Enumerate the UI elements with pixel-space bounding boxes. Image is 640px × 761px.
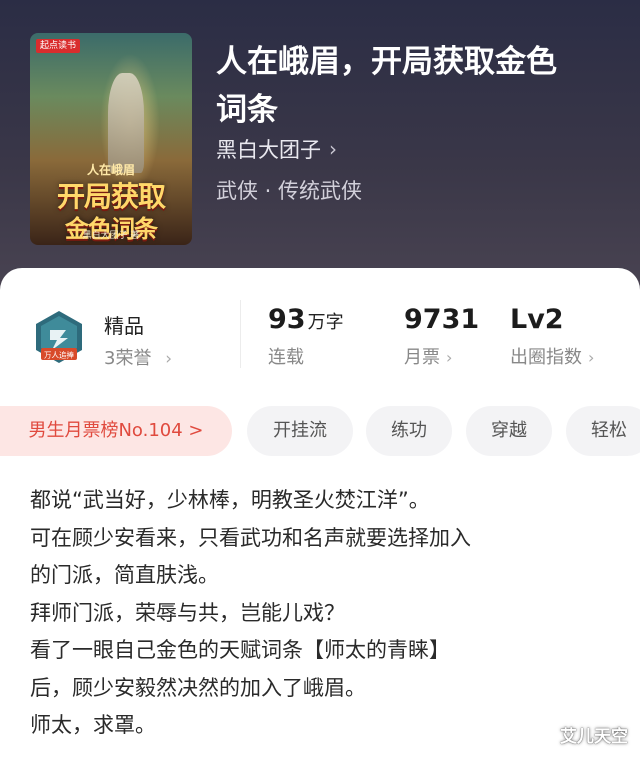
chevron-right-icon: › xyxy=(165,349,172,369)
synopsis-line: 可在顾少安看来，只看武功和名声就要选择加入 xyxy=(30,525,471,550)
laurel-badge-icon[interactable]: 万人追捧 xyxy=(30,308,88,366)
book-title-line2: 词条 xyxy=(216,92,278,128)
stat-value: Lv2 xyxy=(510,304,564,335)
honor-count: 3荣誉 xyxy=(104,348,152,369)
stat-label: 出圈指数 xyxy=(510,347,582,368)
book-title: 人在峨眉，开局获取金色 词条 xyxy=(216,38,616,134)
cover-figure xyxy=(108,73,144,173)
stat-label: 连载 xyxy=(268,347,304,368)
author-name: 黑白大团子 xyxy=(216,138,321,162)
book-genre: 武侠 · 传统武侠 xyxy=(216,179,363,203)
cover-author: 黑白大团子 著 xyxy=(82,231,140,241)
synopsis-line: 的门派，简直肤浅。 xyxy=(30,563,219,587)
tag-item[interactable]: 练功 xyxy=(366,406,452,456)
book-synopsis[interactable]: 都说“武当好，少林棒，明教圣火焚江洋”。 可在顾少安看来，只看武功和名声就要选择… xyxy=(30,482,610,745)
synopsis-line: 拜师门派，荣辱与共，岂能儿戏？ xyxy=(30,600,345,625)
chevron-right-icon: › xyxy=(329,137,337,161)
watermark: 艾儿天空 xyxy=(560,727,628,747)
book-info-card: 万人追捧 精品 3荣誉 › 93 万字 连载 9731 月票 › Lv2 出圈指数 ›… xyxy=(0,268,640,761)
honor-badge-text: 万人追捧 xyxy=(44,350,74,360)
cover-publisher-badge: 起点读书 xyxy=(36,39,81,53)
synopsis-line: 看了一眼自己金色的天赋词条【师太的青睐】 xyxy=(30,638,450,662)
stat-unit: 万字 xyxy=(307,312,344,333)
synopsis-line: 都说“武当好，少林棒，明教圣火焚江洋”。 xyxy=(30,488,430,512)
tag-item[interactable]: 开挂流 xyxy=(247,406,353,456)
tag-row: 男生月票榜No.104 > 开挂流 练功 穿越 轻松 xyxy=(0,406,640,456)
tag-item[interactable]: 轻松 xyxy=(566,406,640,456)
honor-title: 精品 xyxy=(104,314,144,338)
book-cover-image[interactable]: 起点读书 人在峨眉 开局获取 金色词条 黑白大团子 著 xyxy=(30,33,192,245)
stats-row: 万人追捧 精品 3荣誉 › 93 万字 连载 9731 月票 › Lv2 出圈指数 › xyxy=(0,268,640,398)
stat-value: 9731 xyxy=(404,304,480,335)
synopsis-line: 后，顾少安毅然决然的加入了峨眉。 xyxy=(30,675,366,700)
stat-label: 月票 xyxy=(404,347,440,368)
chevron-right-icon: › xyxy=(588,348,595,367)
author-link[interactable]: 黑白大团子 › xyxy=(216,134,337,164)
synopsis-line: 师太，求罩。 xyxy=(30,713,156,737)
stats-divider xyxy=(240,300,241,368)
stat-monthly-votes[interactable]: 9731 月票 › xyxy=(404,304,479,369)
chevron-right-icon: › xyxy=(446,348,453,367)
stat-popularity-index[interactable]: Lv2 出圈指数 › xyxy=(510,304,594,369)
book-header: 起点读书 人在峨眉 开局获取 金色词条 黑白大团子 著 人在峨眉，开局获取金色 … xyxy=(0,0,640,300)
tag-rank[interactable]: 男生月票榜No.104 > xyxy=(0,406,232,456)
stat-word-count: 93 万字 连载 xyxy=(268,304,344,369)
book-title-line1: 人在峨眉，开局获取金色 xyxy=(216,44,557,80)
tag-item[interactable]: 穿越 xyxy=(466,406,552,456)
stat-value: 93 xyxy=(268,304,306,335)
honor-link[interactable]: 3荣誉 › xyxy=(104,344,172,370)
